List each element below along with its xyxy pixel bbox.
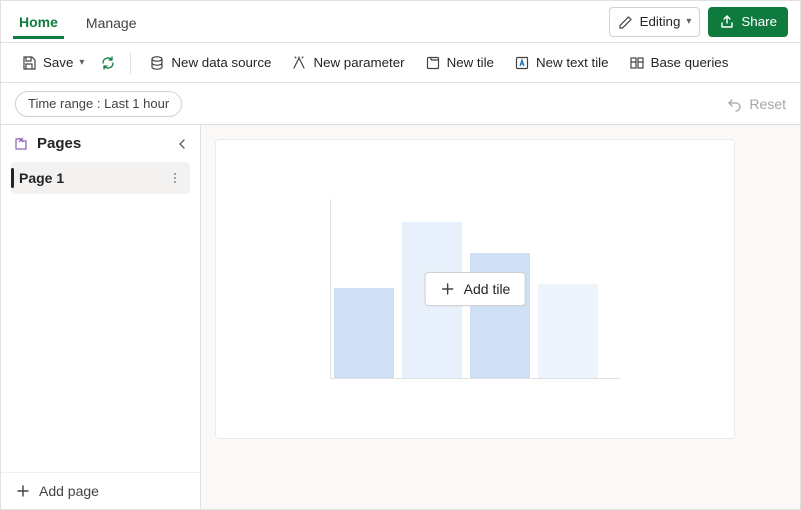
save-icon: [21, 55, 37, 71]
sidebar-header: Pages: [1, 125, 200, 160]
tab-manage[interactable]: Manage: [80, 5, 143, 39]
share-button[interactable]: Share: [708, 7, 788, 37]
new-tile-label: New tile: [447, 55, 494, 70]
time-range-pill[interactable]: Time range : Last 1 hour: [15, 91, 182, 117]
new-parameter-label: New parameter: [313, 55, 404, 70]
undo-icon: [727, 96, 743, 112]
new-text-tile-button[interactable]: New text tile: [506, 48, 617, 78]
y-axis: [330, 199, 331, 378]
database-icon: [149, 55, 165, 71]
main-body: Pages Page 1 Add page: [1, 125, 800, 509]
reset-label: Reset: [749, 96, 786, 112]
collapse-sidebar-button[interactable]: [176, 138, 188, 150]
empty-tile-card: Add tile: [215, 139, 735, 439]
tab-home[interactable]: Home: [13, 4, 64, 39]
sidebar-title: Pages: [37, 135, 81, 152]
page-item-more-button[interactable]: [168, 171, 182, 185]
base-queries-button[interactable]: Base queries: [621, 48, 737, 78]
chevron-down-icon: ▾: [686, 16, 691, 27]
new-data-source-label: New data source: [171, 55, 271, 70]
new-parameter-button[interactable]: New parameter: [283, 48, 412, 78]
chart-bar: [538, 284, 598, 378]
base-queries-label: Base queries: [651, 55, 729, 70]
new-tile-button[interactable]: New tile: [417, 48, 502, 78]
tab-bar: Home Manage Editing ▾ Share: [1, 1, 800, 43]
time-range-label: Time range :: [28, 96, 101, 111]
new-data-source-button[interactable]: New data source: [141, 48, 279, 78]
filter-bar: Time range : Last 1 hour Reset: [1, 83, 800, 125]
divider: [130, 52, 131, 74]
add-tile-button[interactable]: Add tile: [425, 272, 526, 306]
page-item-label: Page 1: [19, 170, 64, 186]
editing-mode-button[interactable]: Editing ▾: [609, 7, 701, 37]
save-label: Save: [43, 55, 73, 70]
refresh-icon: [100, 55, 116, 71]
text-tile-icon: [514, 55, 530, 71]
time-range-value: Last 1 hour: [104, 96, 169, 111]
add-page-button[interactable]: Add page: [1, 472, 200, 509]
plus-icon: [440, 281, 456, 297]
chart-bar: [334, 288, 394, 378]
canvas-area: Add tile: [201, 125, 800, 509]
chevron-down-icon: ▾: [79, 57, 84, 68]
plus-icon: [15, 483, 31, 499]
parameter-icon: [291, 55, 307, 71]
save-button[interactable]: Save ▾: [13, 48, 92, 78]
tile-icon: [425, 55, 441, 71]
editing-label: Editing: [640, 14, 681, 29]
page-item[interactable]: Page 1: [11, 162, 190, 194]
sidebar: Pages Page 1 Add page: [1, 125, 201, 509]
add-tile-label: Add tile: [464, 281, 511, 297]
pages-icon: [13, 136, 29, 152]
reset-button[interactable]: Reset: [727, 96, 786, 112]
toolbar: Save ▾ New data source New parameter New…: [1, 43, 800, 83]
pencil-icon: [618, 14, 634, 30]
share-label: Share: [741, 14, 777, 29]
refresh-button[interactable]: [96, 48, 120, 78]
queries-icon: [629, 55, 645, 71]
new-text-tile-label: New text tile: [536, 55, 609, 70]
add-page-label: Add page: [39, 483, 99, 499]
share-icon: [719, 14, 735, 30]
